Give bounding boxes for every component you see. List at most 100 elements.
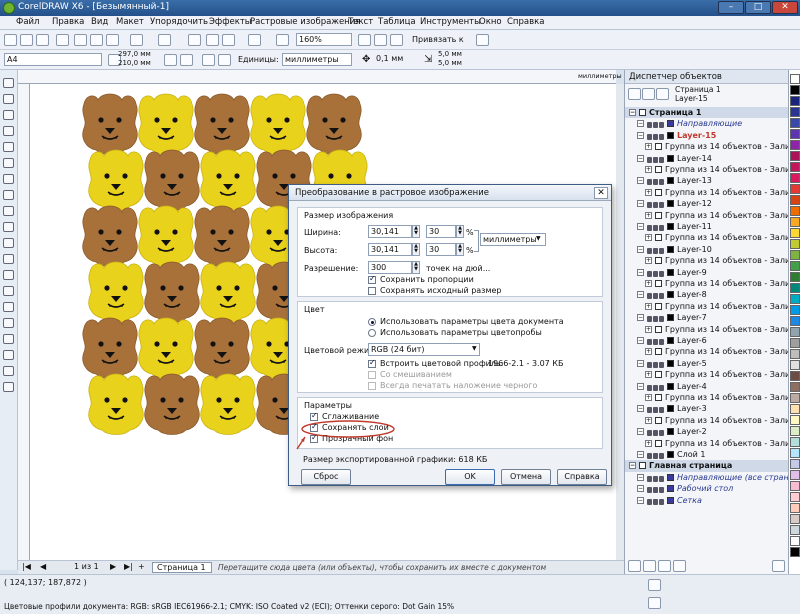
blend-tool-icon[interactable] <box>3 302 14 312</box>
height-spinner[interactable]: ▲ ▼ <box>412 243 420 256</box>
palette-swatch[interactable] <box>790 239 800 249</box>
layer-visibility-print-lock-icons[interactable] <box>647 360 669 368</box>
fill-indicator-icon[interactable] <box>648 579 661 591</box>
palette-swatch[interactable] <box>790 492 800 502</box>
new-master-layer-even-icon[interactable] <box>673 560 686 572</box>
palette-swatch[interactable] <box>790 371 800 381</box>
menu-tools[interactable]: Инструменты <box>420 17 481 27</box>
expand-toggle-icon[interactable]: + <box>645 394 652 401</box>
zoom-tool-icon[interactable] <box>3 126 14 136</box>
welcome-screen-icon[interactable] <box>276 34 289 46</box>
tree-object-row[interactable]: + Группа из 14 объектов - Заливка <box>625 278 800 289</box>
expand-toggle-icon[interactable]: − <box>637 154 644 162</box>
eyedropper-tool-icon[interactable] <box>3 334 14 344</box>
palette-swatch[interactable] <box>790 85 800 95</box>
palette-swatch[interactable] <box>790 107 800 117</box>
show-properties-icon[interactable] <box>628 88 641 100</box>
tree-layer-row[interactable]: − Сетка <box>625 495 789 506</box>
palette-swatch[interactable] <box>790 173 800 183</box>
resolution-spinner[interactable]: ▲ ▼ <box>412 261 420 274</box>
width-percent-field[interactable]: 30 <box>426 225 456 238</box>
tree-layer-row[interactable]: − Layer-8 <box>625 289 789 300</box>
menu-layout[interactable]: Макет <box>116 17 144 27</box>
tree-layer-row[interactable]: − Layer-4 <box>625 381 789 392</box>
layer-visibility-print-lock-icons[interactable] <box>647 383 669 391</box>
shape-tool-icon[interactable] <box>3 94 14 104</box>
palette-swatch[interactable] <box>790 129 800 139</box>
palette-swatch[interactable] <box>790 547 800 557</box>
search-content-icon[interactable] <box>188 34 201 46</box>
minimize-button[interactable]: – <box>718 1 744 14</box>
text-tool-icon[interactable] <box>3 238 14 248</box>
layer-color-swatch[interactable] <box>667 200 674 208</box>
tree-layer-row[interactable]: − Layer-7 <box>625 312 789 323</box>
expand-toggle-icon[interactable]: + <box>645 188 652 196</box>
tree-object-row[interactable]: + Группа из 14 объектов - Заливка <box>625 346 800 357</box>
last-page-button[interactable]: ▶| <box>124 562 133 571</box>
layer-visibility-print-lock-icons[interactable] <box>647 314 669 323</box>
close-button[interactable]: ✕ <box>772 1 798 14</box>
expand-toggle-icon[interactable]: − <box>637 485 644 493</box>
layer-color-swatch[interactable] <box>667 245 674 253</box>
tree-layer-row[interactable]: − Рабочий стол <box>625 483 789 494</box>
layer-color-swatch[interactable] <box>667 473 674 481</box>
layer-visibility-print-lock-icons[interactable] <box>647 177 669 186</box>
units-dropdown-arrow[interactable]: ▼ <box>536 235 541 242</box>
tree-layer-row[interactable]: − Layer-6 <box>625 335 789 346</box>
expand-toggle-icon[interactable]: − <box>637 131 644 139</box>
table-tool-icon[interactable] <box>3 254 14 264</box>
palette-swatch[interactable] <box>790 118 800 128</box>
layer-color-swatch[interactable] <box>667 154 674 162</box>
expand-toggle-icon[interactable]: + <box>645 371 652 379</box>
palette-swatch[interactable] <box>790 228 800 238</box>
tree-layer-row[interactable]: − Слой 1 <box>625 449 789 460</box>
expand-toggle-icon[interactable]: + <box>645 416 652 424</box>
layer-visibility-print-lock-icons[interactable] <box>647 200 669 209</box>
interactive-fill-tool-icon[interactable] <box>3 382 14 392</box>
use-proof-colors-radio[interactable] <box>368 329 376 337</box>
palette-swatch[interactable] <box>790 206 800 216</box>
menu-help[interactable]: Справка <box>507 17 544 27</box>
connector-tool-icon[interactable] <box>3 286 14 296</box>
layer-color-swatch[interactable] <box>667 223 674 230</box>
tree-object-row[interactable]: + Группа из 14 объектов - Заливка <box>625 324 800 335</box>
first-page-button[interactable]: |◀ <box>22 562 31 571</box>
expand-toggle-icon[interactable]: − <box>637 200 644 208</box>
layer-color-swatch[interactable] <box>667 120 674 128</box>
copy-icon[interactable] <box>90 34 103 46</box>
outline-tool-icon[interactable] <box>3 350 14 360</box>
new-layer-icon[interactable] <box>628 560 641 572</box>
page-height-field[interactable]: 210,0 мм <box>116 60 158 69</box>
paste-icon[interactable] <box>106 34 119 46</box>
layer-visibility-print-lock-icons[interactable] <box>647 405 669 414</box>
expand-toggle-icon[interactable]: − <box>637 359 644 367</box>
palette-swatch[interactable] <box>790 151 800 161</box>
ok-button[interactable]: OK <box>445 469 495 485</box>
layer-color-swatch[interactable] <box>667 496 674 504</box>
transparency-tool-icon[interactable] <box>3 318 14 328</box>
color-mode-select[interactable]: RGB (24 бит) <box>368 343 480 356</box>
expand-toggle-icon[interactable]: + <box>645 348 652 356</box>
menu-window[interactable]: Окно <box>479 17 502 27</box>
layer-color-swatch[interactable] <box>667 485 674 493</box>
new-master-layer-icon[interactable] <box>643 560 656 572</box>
embed-profile-checkbox[interactable] <box>368 358 376 368</box>
expand-toggle-icon[interactable]: − <box>637 120 644 128</box>
polygon-tool-icon[interactable] <box>3 206 14 216</box>
dialog-close-icon[interactable]: ✕ <box>594 187 608 199</box>
expand-toggle-icon[interactable]: − <box>637 268 644 276</box>
keep-original-size-checkbox[interactable] <box>368 287 376 295</box>
vertical-scrollbar[interactable] <box>616 84 624 560</box>
layer-visibility-print-lock-icons[interactable] <box>647 497 669 505</box>
keep-ratio-checkbox[interactable] <box>368 274 376 284</box>
palette-swatch[interactable] <box>790 217 800 227</box>
expand-toggle-icon[interactable]: − <box>637 314 644 322</box>
palette-swatch[interactable] <box>790 294 800 304</box>
palette-swatch[interactable] <box>790 382 800 392</box>
landscape-icon[interactable] <box>180 54 193 66</box>
grid-icon[interactable] <box>390 34 403 46</box>
rectangle-tool-icon[interactable] <box>3 174 14 184</box>
menu-edit[interactable]: Правка <box>52 17 84 27</box>
expand-toggle-icon[interactable]: − <box>637 177 644 185</box>
layer-visibility-print-lock-icons[interactable] <box>647 132 669 140</box>
